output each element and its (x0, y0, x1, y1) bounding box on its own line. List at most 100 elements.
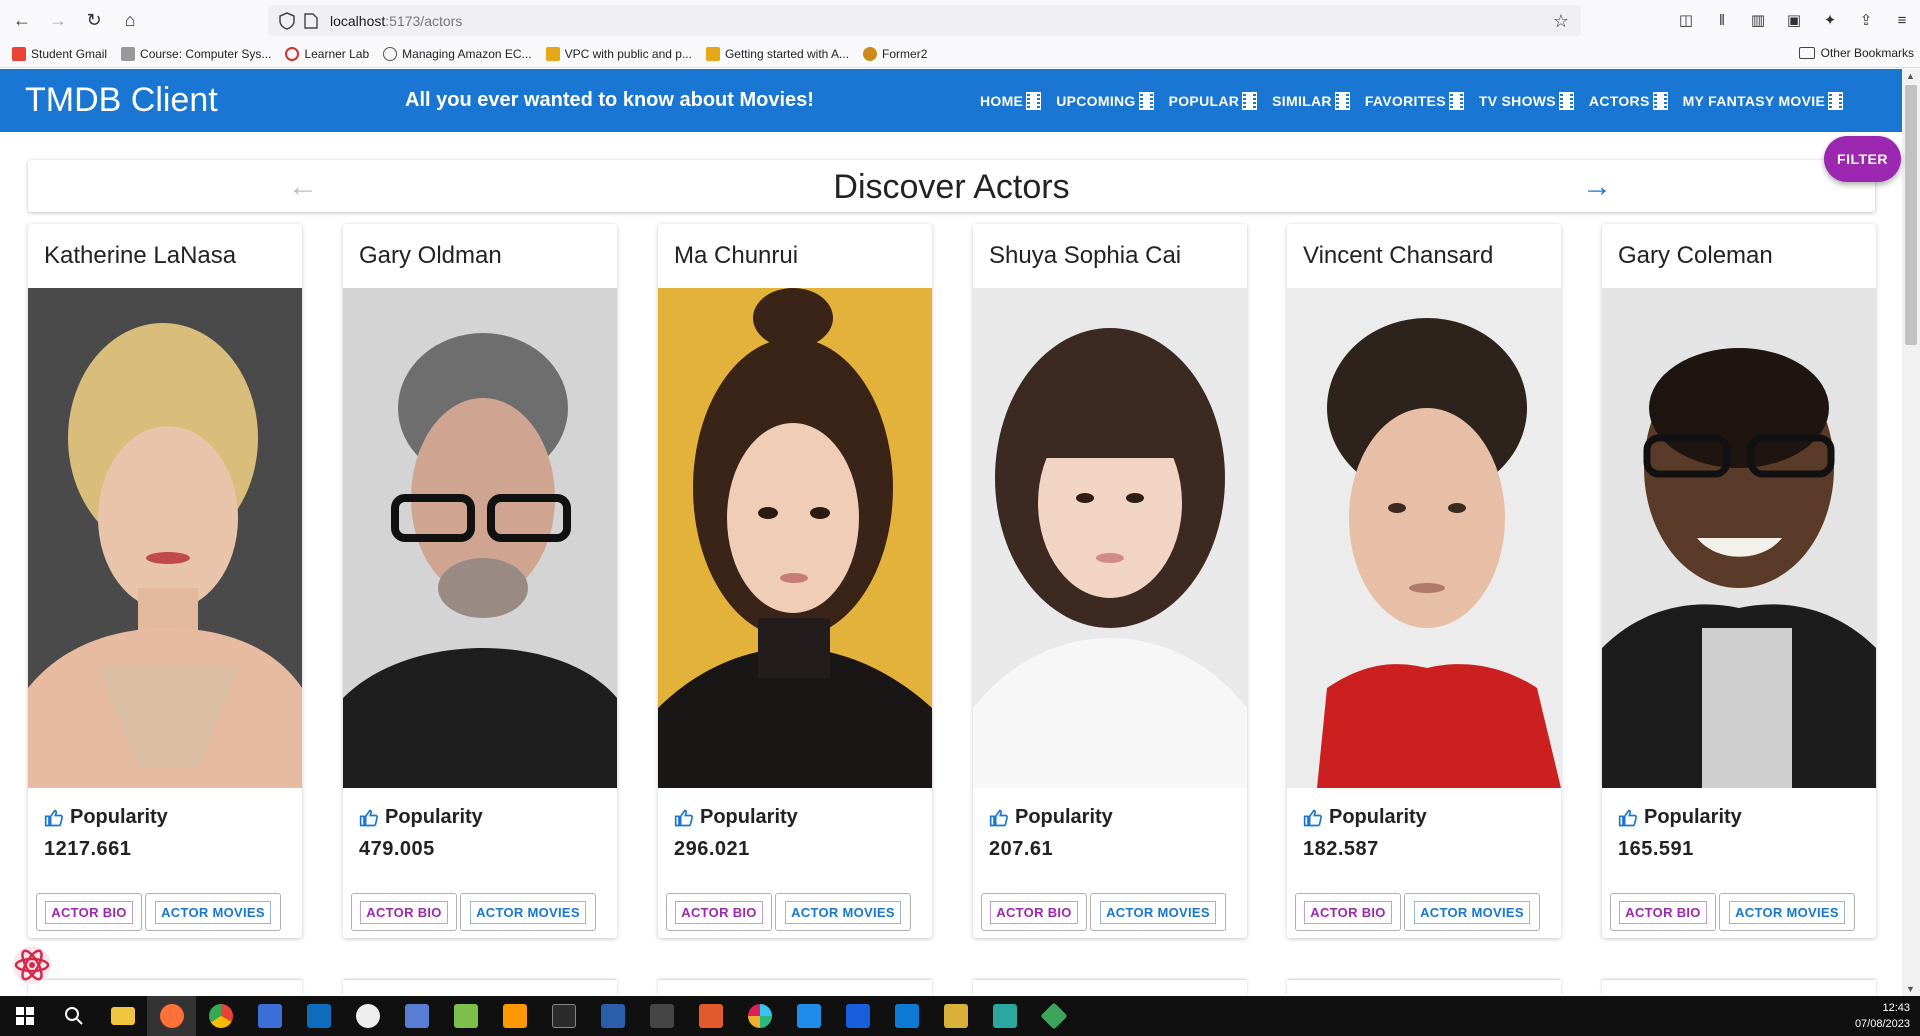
firefox-icon[interactable] (147, 996, 196, 1036)
arrow-forward-icon[interactable]: → (1582, 170, 1612, 204)
card-actions: ACTOR BIO ACTOR MOVIES (666, 893, 911, 931)
actor-movies-button[interactable]: ACTOR MOVIES (460, 893, 596, 931)
bookmark-favicon-icon (121, 46, 136, 61)
nav-actors[interactable]: ACTORS (1589, 91, 1668, 110)
actor-card (658, 980, 932, 996)
back-icon[interactable]: ← (4, 2, 40, 38)
bookmark-label: Course: Computer Sys... (140, 46, 272, 61)
bookmark-favicon-icon (545, 46, 560, 61)
system-clock[interactable]: 12:43 07/08/2023 (1855, 1000, 1910, 1032)
office-icon[interactable] (686, 996, 735, 1036)
share-icon[interactable]: ⇪ (1848, 2, 1884, 38)
folder-icon (1798, 47, 1815, 59)
library-icon[interactable]: ‖ (1704, 2, 1740, 38)
network-app-icon[interactable] (392, 996, 441, 1036)
nav-label: HOME (980, 92, 1024, 109)
search-icon[interactable] (49, 996, 98, 1036)
browser-extensions: ◫ ‖ ▥ ▣ ✦ ⇪ ≡ (1668, 0, 1920, 40)
actor-bio-button[interactable]: ACTOR BIO (36, 893, 142, 931)
actor-photo[interactable] (1287, 288, 1561, 788)
pocket-icon[interactable]: ◫ (1668, 2, 1704, 38)
actor-photo[interactable] (1602, 288, 1876, 788)
actor-photo[interactable] (973, 288, 1247, 788)
nav-popular[interactable]: POPULAR (1169, 91, 1258, 110)
bookmarks-bar: Student Gmail Course: Computer Sys... Le… (0, 40, 1920, 68)
bookmark-item[interactable]: Course: Computer Sys... (121, 46, 272, 61)
chrome-icon[interactable] (196, 996, 245, 1036)
bookmark-item[interactable]: Former2 (863, 46, 927, 61)
card-actions: ACTOR BIO ACTOR MOVIES (981, 893, 1226, 931)
actor-name: Gary Coleman (1618, 242, 1773, 269)
bookmark-star-icon[interactable]: ☆ (1553, 11, 1569, 32)
nav-similar[interactable]: SIMILAR (1272, 91, 1350, 110)
actor-photo[interactable] (658, 288, 932, 788)
actor-movies-button[interactable]: ACTOR MOVIES (1719, 893, 1855, 931)
actor-movies-button[interactable]: ACTOR MOVIES (145, 893, 281, 931)
outlook-icon[interactable] (294, 996, 343, 1036)
vscode-icon[interactable] (882, 996, 931, 1036)
actor-bio-button[interactable]: ACTOR BIO (666, 893, 772, 931)
scroll-up-icon[interactable]: ▲ (1906, 71, 1915, 81)
intellij-icon[interactable] (784, 996, 833, 1036)
home-icon[interactable]: ⌂ (112, 2, 148, 38)
container-icon[interactable]: ▣ (1776, 2, 1812, 38)
clapperboard-icon[interactable] (637, 996, 686, 1036)
menu-icon[interactable]: ≡ (1884, 2, 1920, 38)
actor-movies-button[interactable]: ACTOR MOVIES (1404, 893, 1540, 931)
actor-movies-button[interactable]: ACTOR MOVIES (775, 893, 911, 931)
slack-icon[interactable] (735, 996, 784, 1036)
sidebar-icon[interactable]: ▥ (1740, 2, 1776, 38)
globe-icon (383, 46, 398, 61)
save-icon[interactable] (245, 996, 294, 1036)
other-bookmarks[interactable]: Other Bookmarks (1798, 46, 1914, 60)
actor-grid: Katherine LaNasa Popularity 1217.661 ACT… (28, 224, 1876, 940)
actor-bio-button[interactable]: ACTOR BIO (351, 893, 457, 931)
nav-my-fantasy-movie[interactable]: MY FANTASY MOVIE (1683, 91, 1844, 110)
nav-label: UPCOMING (1056, 92, 1136, 109)
actor-card: Katherine LaNasa Popularity 1217.661 ACT… (28, 224, 302, 938)
notepad-icon[interactable] (441, 996, 490, 1036)
powershell-icon[interactable] (588, 996, 637, 1036)
actor-bio-button[interactable]: ACTOR BIO (981, 893, 1087, 931)
scroll-down-icon[interactable]: ▼ (1906, 984, 1915, 994)
bookmark-item[interactable]: Learner Lab (285, 46, 369, 61)
address-bar[interactable]: localhost:5173/actors ☆ (268, 5, 1581, 36)
actor-bio-button[interactable]: ACTOR BIO (1610, 893, 1716, 931)
sublime-icon[interactable] (490, 996, 539, 1036)
arrow-back-icon[interactable]: ← (288, 170, 318, 204)
actor-movies-label: ACTOR MOVIES (1414, 900, 1530, 924)
popularity-value: 182.587 (1303, 838, 1379, 860)
actor-photo[interactable] (343, 288, 617, 788)
page-scrollbar[interactable]: ▲ ▼ (1902, 69, 1920, 996)
forward-icon[interactable]: → (40, 2, 76, 38)
main-nav: HOME UPCOMING POPULAR SIMILAR FAVORITES … (980, 69, 1858, 132)
extensions-icon[interactable]: ✦ (1812, 2, 1848, 38)
file-explorer-icon[interactable] (98, 996, 147, 1036)
thumb-up-icon (44, 809, 63, 826)
git-icon[interactable] (1029, 996, 1078, 1036)
clock-app-icon[interactable] (343, 996, 392, 1036)
bookmark-item[interactable]: Getting started with A... (705, 46, 849, 61)
filter-button[interactable]: FILTER (1824, 136, 1901, 182)
bookmark-item[interactable]: Managing Amazon EC... (383, 46, 532, 61)
bitwarden-icon[interactable] (833, 996, 882, 1036)
windows-start-icon[interactable] (0, 996, 49, 1036)
xcode-icon[interactable] (980, 996, 1029, 1036)
popularity-row: Popularity (989, 806, 1113, 829)
scroll-thumb[interactable] (1905, 85, 1917, 345)
film-icon (1026, 91, 1042, 110)
reload-icon[interactable]: ↻ (76, 2, 112, 38)
actor-photo[interactable] (28, 288, 302, 788)
nav-upcoming[interactable]: UPCOMING (1056, 91, 1154, 110)
terminal-icon[interactable] (539, 996, 588, 1036)
actor-movies-button[interactable]: ACTOR MOVIES (1090, 893, 1226, 931)
bookmark-item[interactable]: VPC with public and p... (545, 46, 692, 61)
nav-tv-shows[interactable]: TV SHOWS (1479, 91, 1574, 110)
tools-icon[interactable] (931, 996, 980, 1036)
bookmark-item[interactable]: Student Gmail (12, 46, 107, 61)
react-devtools-icon[interactable] (12, 945, 52, 985)
nav-home[interactable]: HOME (980, 91, 1042, 110)
actor-bio-button[interactable]: ACTOR BIO (1295, 893, 1401, 931)
nav-favorites[interactable]: FAVORITES (1365, 91, 1464, 110)
film-icon (1138, 91, 1154, 110)
